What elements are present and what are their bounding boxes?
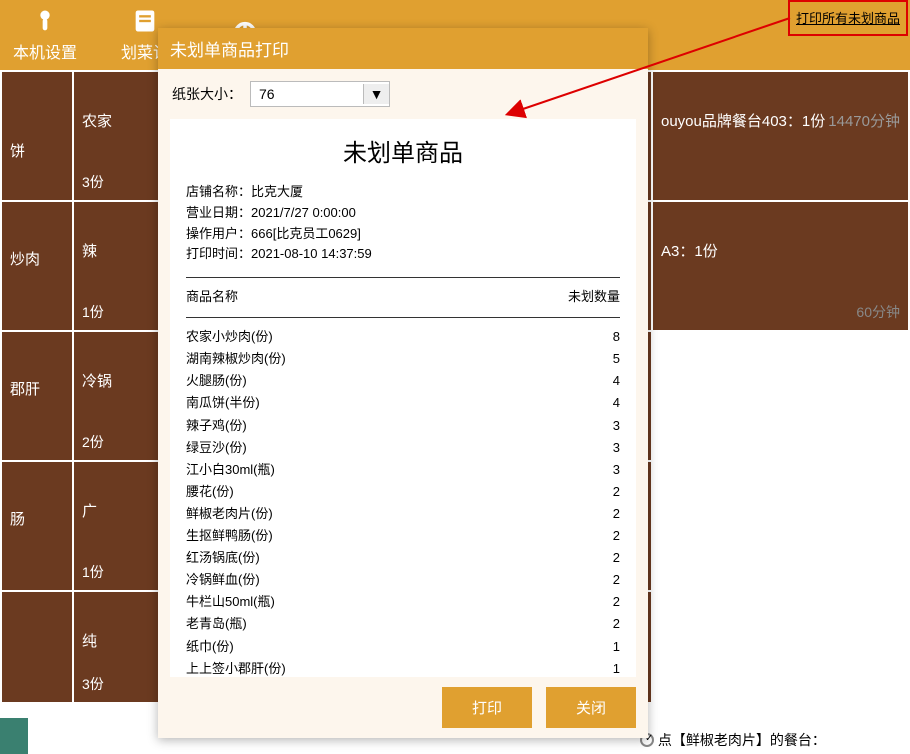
dish-tile[interactable]: 郡肝 — [2, 332, 72, 460]
wrench-icon — [31, 7, 59, 35]
receipt-item: 冷锅鲜血(份)2 — [186, 569, 620, 591]
dish-tile[interactable]: 炒肉 — [2, 202, 72, 330]
dish-tile[interactable]: 肠 — [2, 462, 72, 590]
receipt-preview[interactable]: 未划单商品 店铺名称：比克大厦 营业日期：2021/7/27 0:00:00 操… — [170, 119, 636, 677]
receipt-item: 老青岛(瓶)2 — [186, 613, 620, 635]
receipt-item: 红汤锅底(份)2 — [186, 547, 620, 569]
paper-size-label: 纸张大小： — [172, 84, 242, 104]
dish-tile[interactable]: A3：1份 60分钟 — [653, 202, 908, 330]
dish-tile[interactable]: 辣 1份 — [74, 202, 159, 330]
dish-tile[interactable]: 纯 3份 — [74, 592, 159, 702]
receipt-item: 湖南辣椒炒肉(份)5 — [186, 348, 620, 370]
close-button[interactable]: 关闭 — [546, 687, 636, 728]
receipt-title: 未划单商品 — [186, 133, 620, 168]
list-icon — [131, 7, 159, 35]
dish-tile[interactable]: 冷锅 2份 — [74, 332, 159, 460]
dialog-buttons: 打印 关闭 — [158, 677, 648, 738]
dish-tile[interactable]: 广 1份 — [74, 462, 159, 590]
receipt-item: 牛栏山50ml(瓶)2 — [186, 591, 620, 613]
dish-tile[interactable]: 农家 3份 — [74, 72, 159, 200]
receipt-item: 生抠鲜鸭肠(份)2 — [186, 525, 620, 547]
nav-label: 本机设置 — [13, 39, 77, 63]
receipt-table-header: 商品名称 未划数量 — [186, 286, 620, 305]
paper-size-select[interactable]: 76 ▼ — [250, 81, 390, 107]
dish-tile[interactable]: 饼 — [2, 72, 72, 200]
receipt-item: 农家小炒肉(份)8 — [186, 326, 620, 348]
dialog-title: 未划单商品打印 — [158, 28, 648, 69]
receipt-item: 纸巾(份)1 — [186, 636, 620, 658]
receipt-item: 鲜椒老肉片(份)2 — [186, 503, 620, 525]
receipt-item: 江小白30ml(瓶)3 — [186, 459, 620, 481]
receipt-item: 腰花(份)2 — [186, 481, 620, 503]
bottom-panel — [0, 718, 28, 754]
receipt-meta: 店铺名称：比克大厦 营业日期：2021/7/27 0:00:00 操作用户：66… — [186, 182, 620, 265]
receipt-item: 辣子鸡(份)3 — [186, 415, 620, 437]
print-all-button[interactable]: 打印所有未划商品 — [796, 8, 900, 27]
dish-tile[interactable]: ouyou品牌餐台403：1份14470分钟 — [653, 72, 908, 200]
chevron-down-icon: ▼ — [363, 84, 389, 104]
print-dialog: 未划单商品打印 纸张大小： 76 ▼ 未划单商品 店铺名称：比克大厦 营业日期：… — [158, 28, 648, 738]
receipt-item: 南瓜饼(半份)4 — [186, 392, 620, 414]
receipt-item: 上上签小郡肝(份)1 — [186, 658, 620, 677]
receipt-item: 绿豆沙(份)3 — [186, 437, 620, 459]
receipt-item: 火腿肠(份)4 — [186, 370, 620, 392]
receipt-items: 农家小炒肉(份)8湖南辣椒炒肉(份)5火腿肠(份)4南瓜饼(半份)4辣子鸡(份)… — [186, 326, 620, 677]
bottom-hint: ✓ 点【鲜椒老肉片】的餐台： — [640, 730, 826, 750]
nav-local-settings[interactable]: 本机设置 — [10, 7, 80, 63]
dialog-controls: 纸张大小： 76 ▼ — [158, 69, 648, 119]
print-button[interactable]: 打印 — [442, 687, 532, 728]
dish-tile[interactable] — [2, 592, 72, 702]
